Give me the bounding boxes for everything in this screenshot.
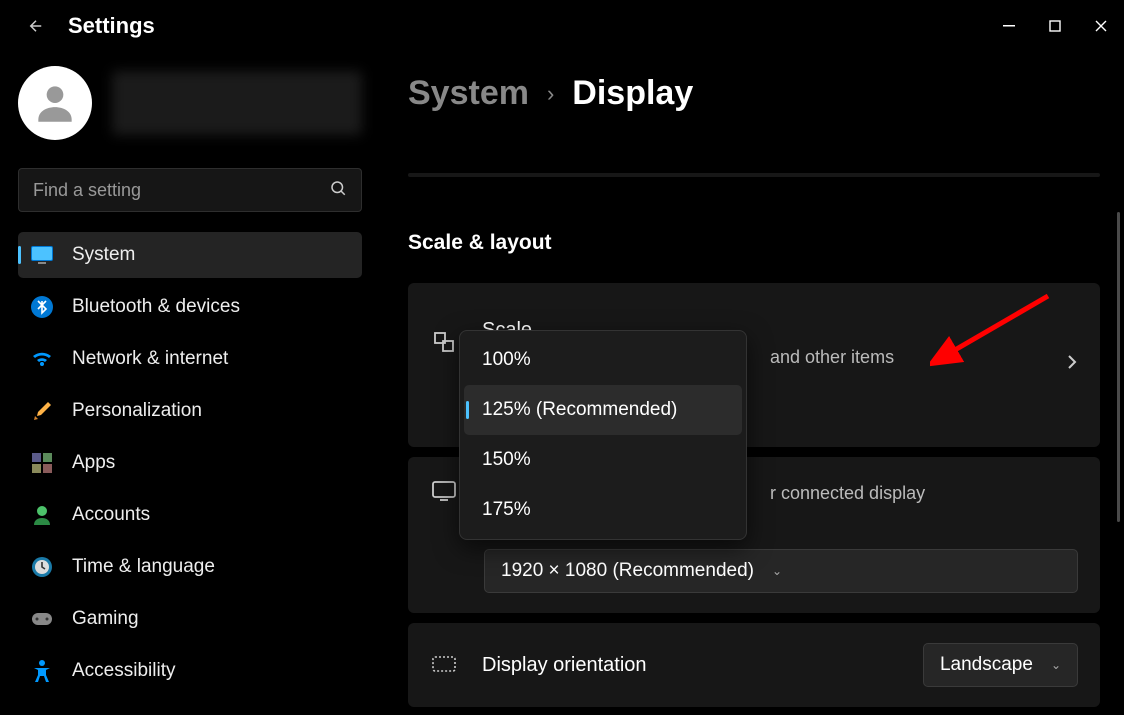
profile-section[interactable] <box>18 66 362 140</box>
search-icon <box>329 179 347 202</box>
close-button[interactable] <box>1078 6 1124 46</box>
resolution-value: 1920 × 1080 (Recommended) <box>501 560 754 582</box>
scale-option-125[interactable]: 125% (Recommended) <box>464 385 742 435</box>
wifi-icon <box>30 347 54 371</box>
accessibility-icon <box>30 659 54 683</box>
orientation-value: Landscape <box>940 654 1033 676</box>
scale-option-175[interactable]: 175% <box>464 485 742 535</box>
search-input[interactable] <box>33 180 329 201</box>
breadcrumb-parent[interactable]: System <box>408 74 529 113</box>
sidebar-item-bluetooth[interactable]: Bluetooth & devices <box>18 284 362 330</box>
sidebar-item-time[interactable]: Time & language <box>18 544 362 590</box>
orientation-title: Display orientation <box>482 654 899 677</box>
sidebar-item-system[interactable]: System <box>18 232 362 278</box>
chevron-down-icon: ⌄ <box>1051 658 1061 672</box>
display-icon <box>430 477 458 505</box>
sidebar-item-accessibility[interactable]: Accessibility <box>18 648 362 694</box>
breadcrumb: System › Display <box>408 74 1100 113</box>
sidebar-item-label: Accounts <box>72 504 150 526</box>
minimize-button[interactable] <box>986 6 1032 46</box>
scrollbar[interactable] <box>1117 212 1120 522</box>
resolution-desc: r connected display <box>770 483 925 504</box>
scale-desc-visible: and other items <box>770 347 894 368</box>
sidebar-item-network[interactable]: Network & internet <box>18 336 362 382</box>
main-panel: System › Display Scale & layout Scale pl… <box>380 52 1124 715</box>
system-icon <box>30 243 54 267</box>
window-title: Settings <box>68 13 155 39</box>
sidebar-item-label: Accessibility <box>72 660 175 682</box>
sidebar-item-personalization[interactable]: Personalization <box>18 388 362 434</box>
sidebar-item-label: Apps <box>72 452 115 474</box>
sidebar-item-label: Bluetooth & devices <box>72 296 240 318</box>
scale-option-100[interactable]: 100% <box>464 335 742 385</box>
sidebar-item-label: Gaming <box>72 608 139 630</box>
sidebar-item-apps[interactable]: Apps <box>18 440 362 486</box>
scale-icon <box>430 328 458 356</box>
back-button[interactable] <box>20 10 52 42</box>
sidebar-item-accounts[interactable]: Accounts <box>18 492 362 538</box>
gamepad-icon <box>30 607 54 631</box>
scale-dropdown-menu: 100% 125% (Recommended) 150% 175% <box>459 330 747 540</box>
apps-icon <box>30 451 54 475</box>
orientation-dropdown[interactable]: Landscape ⌄ <box>923 643 1078 687</box>
avatar <box>18 66 92 140</box>
breadcrumb-current: Display <box>572 74 693 113</box>
accounts-icon <box>30 503 54 527</box>
bluetooth-icon <box>30 295 54 319</box>
sidebar-item-label: System <box>72 244 135 266</box>
orientation-icon <box>430 651 458 679</box>
sidebar-item-label: Time & language <box>72 556 215 578</box>
clock-globe-icon <box>30 555 54 579</box>
chevron-right-icon <box>1066 353 1078 376</box>
maximize-button[interactable] <box>1032 6 1078 46</box>
sidebar-item-gaming[interactable]: Gaming <box>18 596 362 642</box>
sidebar: System Bluetooth & devices Network & int… <box>0 52 380 715</box>
prev-section-edge <box>408 173 1100 177</box>
resolution-dropdown[interactable]: 1920 × 1080 (Recommended) ⌄ <box>484 549 1078 593</box>
sidebar-item-label: Network & internet <box>72 348 228 370</box>
breadcrumb-separator: › <box>547 81 554 107</box>
chevron-down-icon: ⌄ <box>772 564 782 578</box>
sidebar-item-label: Personalization <box>72 400 202 422</box>
section-title: Scale & layout <box>408 231 1100 255</box>
scale-option-150[interactable]: 150% <box>464 435 742 485</box>
paintbrush-icon <box>30 399 54 423</box>
orientation-card[interactable]: Display orientation Landscape ⌄ <box>408 623 1100 707</box>
profile-name-blurred <box>112 71 362 135</box>
search-box[interactable] <box>18 168 362 212</box>
